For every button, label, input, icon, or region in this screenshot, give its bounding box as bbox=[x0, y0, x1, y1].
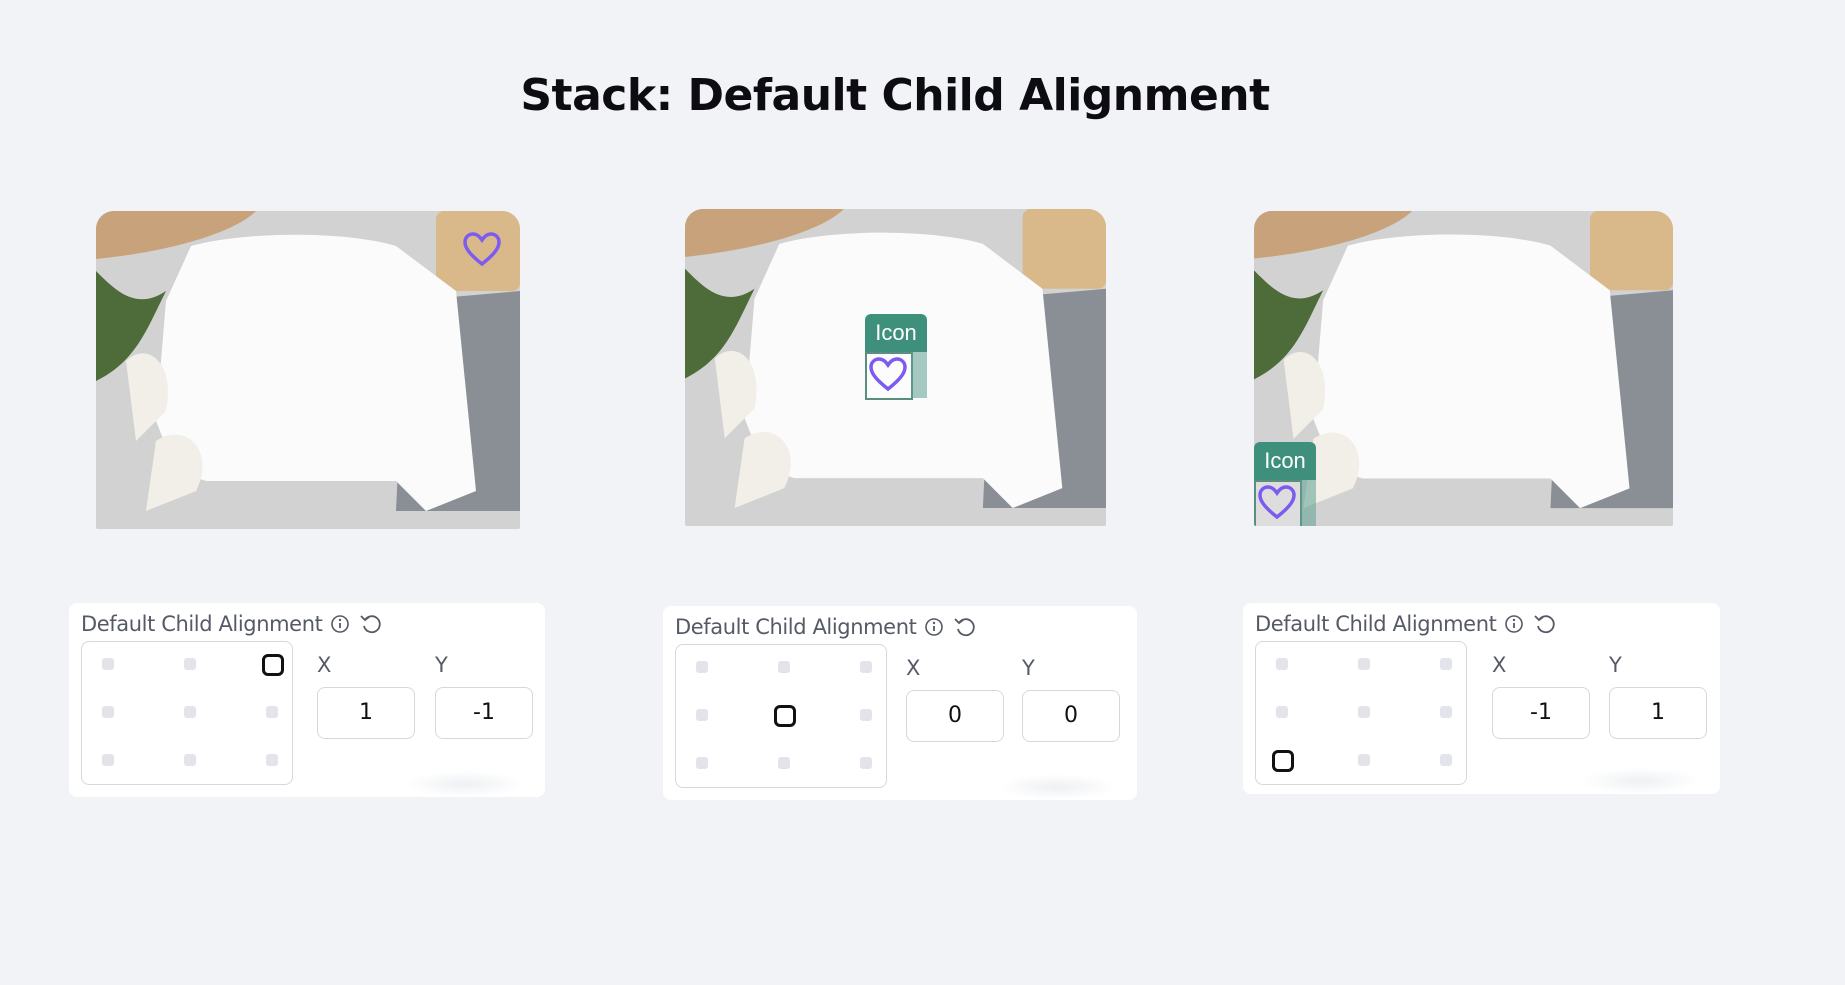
align-bottom-center[interactable] bbox=[778, 757, 790, 769]
align-top-left[interactable] bbox=[696, 661, 708, 673]
align-middle-right[interactable] bbox=[860, 709, 872, 721]
align-middle-right[interactable] bbox=[1440, 706, 1452, 718]
y-input[interactable]: -1 bbox=[435, 687, 533, 739]
reset-icon[interactable] bbox=[358, 612, 382, 636]
y-label: Y bbox=[1022, 656, 1035, 680]
info-icon[interactable] bbox=[1504, 614, 1524, 634]
stack-preview-2: Icon bbox=[685, 209, 1106, 526]
x-input[interactable]: -1 bbox=[1492, 687, 1590, 739]
alignment-panel-3: Default Child Alignment X Y -1 1 bbox=[1243, 603, 1720, 794]
info-icon[interactable] bbox=[330, 614, 350, 634]
page-title: Stack: Default Child Alignment bbox=[520, 70, 1270, 121]
align-top-center[interactable] bbox=[778, 661, 790, 673]
alignment-panel-2: Default Child Alignment X Y 0 0 bbox=[663, 606, 1137, 800]
x-label: X bbox=[317, 653, 332, 677]
align-top-center[interactable] bbox=[184, 658, 196, 670]
align-bottom-center[interactable] bbox=[184, 754, 196, 766]
reset-icon[interactable] bbox=[1532, 612, 1556, 636]
align-center[interactable] bbox=[774, 705, 796, 727]
align-center[interactable] bbox=[1358, 706, 1370, 718]
icon-tag-label: Icon bbox=[1254, 442, 1316, 480]
reset-icon[interactable] bbox=[952, 615, 976, 639]
align-top-left[interactable] bbox=[1276, 658, 1288, 670]
sweater-photo bbox=[1254, 211, 1673, 526]
y-input[interactable]: 1 bbox=[1609, 687, 1707, 739]
heart-icon bbox=[463, 232, 501, 267]
x-label: X bbox=[906, 656, 921, 680]
alignment-panel-1: Default Child Alignment X Y 1 -1 bbox=[69, 603, 545, 797]
align-top-right[interactable] bbox=[262, 654, 284, 676]
icon-tag: Icon bbox=[1254, 442, 1316, 526]
info-icon[interactable] bbox=[924, 617, 944, 637]
align-top-left[interactable] bbox=[102, 658, 114, 670]
heart-icon bbox=[869, 357, 907, 392]
stack-preview-1 bbox=[96, 211, 520, 529]
stack-preview-3: Icon bbox=[1254, 211, 1673, 526]
sweater-photo bbox=[96, 211, 520, 529]
panel-label: Default Child Alignment bbox=[1255, 612, 1497, 636]
icon-tag-label: Icon bbox=[865, 314, 927, 352]
heart-icon bbox=[1258, 485, 1296, 520]
y-label: Y bbox=[1609, 653, 1622, 677]
x-input[interactable]: 1 bbox=[317, 687, 415, 739]
alignment-grid[interactable] bbox=[81, 641, 293, 785]
align-bottom-right[interactable] bbox=[1440, 754, 1452, 766]
align-top-center[interactable] bbox=[1358, 658, 1370, 670]
align-bottom-right[interactable] bbox=[266, 754, 278, 766]
icon-tag: Icon bbox=[865, 314, 927, 400]
x-input[interactable]: 0 bbox=[906, 690, 1004, 742]
y-input[interactable]: 0 bbox=[1022, 690, 1120, 742]
align-top-right[interactable] bbox=[860, 661, 872, 673]
panel-label: Default Child Alignment bbox=[81, 612, 323, 636]
align-bottom-left[interactable] bbox=[696, 757, 708, 769]
align-middle-right[interactable] bbox=[266, 706, 278, 718]
y-label: Y bbox=[435, 653, 448, 677]
align-center[interactable] bbox=[184, 706, 196, 718]
alignment-grid[interactable] bbox=[1255, 641, 1467, 785]
align-middle-left[interactable] bbox=[696, 709, 708, 721]
align-middle-left[interactable] bbox=[102, 706, 114, 718]
align-middle-left[interactable] bbox=[1276, 706, 1288, 718]
align-top-right[interactable] bbox=[1440, 658, 1452, 670]
panel-label: Default Child Alignment bbox=[675, 615, 917, 639]
align-bottom-right[interactable] bbox=[860, 757, 872, 769]
align-bottom-left[interactable] bbox=[102, 754, 114, 766]
align-bottom-left[interactable] bbox=[1272, 750, 1294, 772]
x-label: X bbox=[1492, 653, 1507, 677]
alignment-grid[interactable] bbox=[675, 644, 887, 788]
align-bottom-center[interactable] bbox=[1358, 754, 1370, 766]
